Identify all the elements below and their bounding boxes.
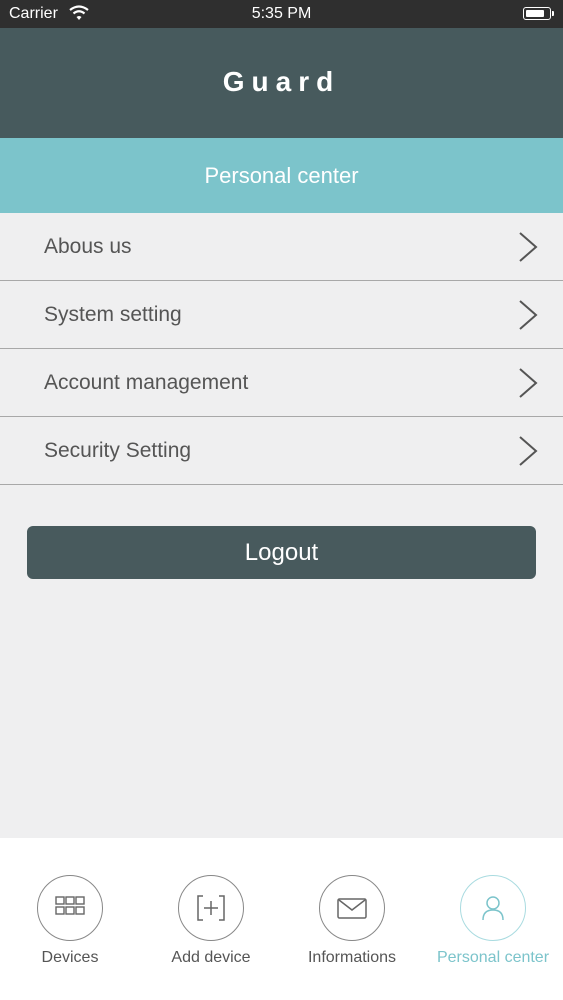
clock: 5:35 PM — [251, 5, 312, 22]
tab-icon-circle — [460, 875, 526, 941]
menu-item-label: Security Setting — [44, 439, 192, 462]
person-icon — [482, 896, 504, 921]
tab-devices[interactable]: Devices — [0, 838, 140, 1000]
menu-item-security-setting[interactable]: Security Setting — [0, 417, 563, 485]
chevron-right-icon — [519, 436, 538, 466]
tab-icon-circle — [178, 875, 244, 941]
tab-icon-circle — [37, 875, 103, 941]
menu-item-about-us[interactable]: Abous us — [0, 213, 563, 281]
tab-bar: Devices Add device Informations Personal… — [0, 838, 563, 1000]
menu-item-label: Abous us — [44, 235, 132, 258]
logout-button[interactable]: Logout — [27, 526, 536, 579]
tab-label: Informations — [307, 949, 397, 966]
menu-list: Abous us System setting Account manageme… — [0, 213, 563, 485]
chevron-right-icon — [519, 232, 538, 262]
nav-bar: Guard — [0, 28, 563, 138]
tab-label: Add device — [171, 949, 251, 966]
envelope-icon — [337, 898, 367, 919]
tab-add-device[interactable]: Add device — [141, 838, 281, 1000]
menu-item-label: System setting — [44, 303, 182, 326]
tab-informations[interactable]: Informations — [282, 838, 422, 1000]
add-box-icon — [197, 895, 225, 921]
menu-item-label: Account management — [44, 371, 249, 394]
tab-icon-circle — [319, 875, 385, 941]
grid-icon — [55, 896, 85, 915]
chevron-right-icon — [519, 300, 538, 330]
battery-icon — [523, 7, 554, 20]
app-title: Guard — [222, 66, 341, 97]
tab-label: Personal center — [436, 949, 550, 966]
section-title: Personal center — [0, 138, 563, 213]
tab-personal-center[interactable]: Personal center — [423, 838, 563, 1000]
tab-label: Devices — [41, 949, 99, 966]
chevron-right-icon — [519, 368, 538, 398]
menu-item-account-management[interactable]: Account management — [0, 349, 563, 417]
status-bar: Carrier 5:35 PM — [0, 0, 563, 28]
menu-item-system-setting[interactable]: System setting — [0, 281, 563, 349]
